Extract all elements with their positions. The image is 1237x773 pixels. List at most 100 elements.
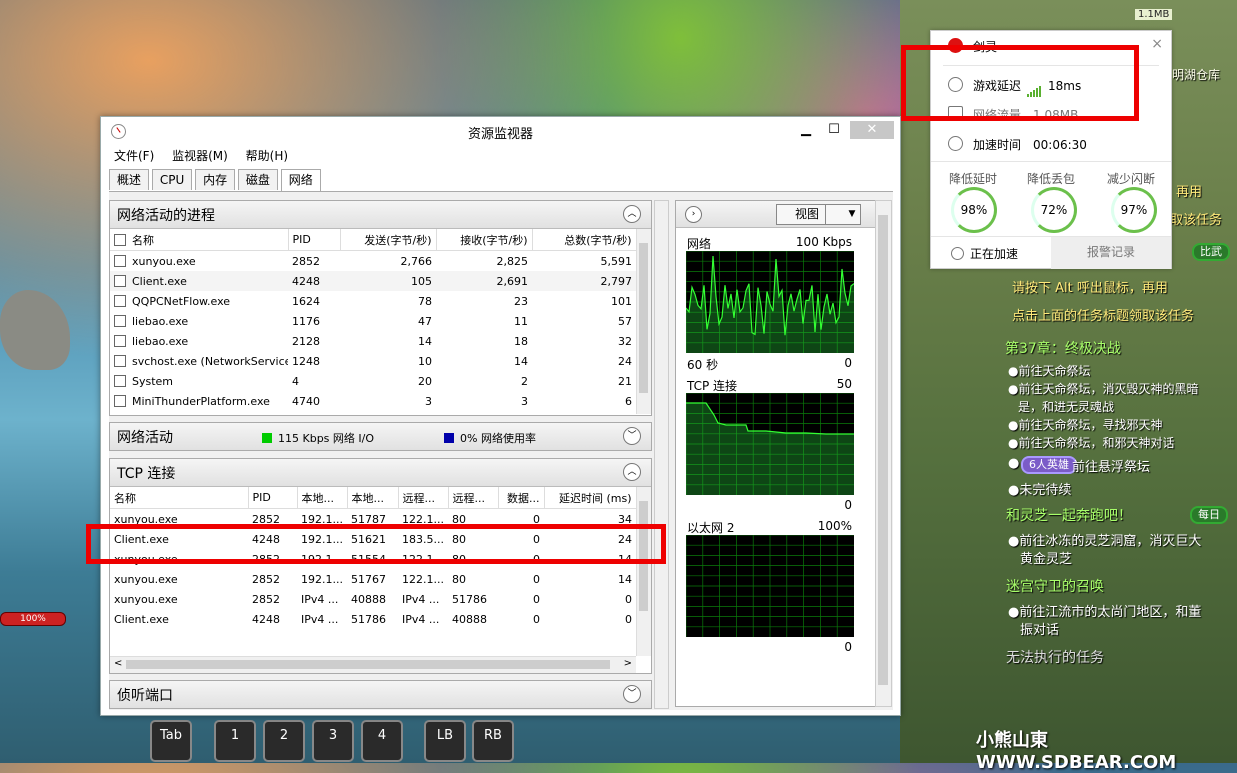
table-row[interactable]: System 4 20 2 21	[110, 371, 636, 391]
table-row[interactable]: QQPCNetFlow.exe 1624 78 23 101	[110, 291, 636, 311]
cell: 0	[533, 612, 540, 626]
skill-slot-4[interactable]: 4	[361, 720, 403, 762]
row-checkbox[interactable]	[114, 314, 126, 327]
quest-title[interactable]: 和灵芝一起奔跑吧！	[1006, 505, 1132, 525]
tab-network[interactable]: 网络	[280, 169, 321, 193]
graph-label: 网络	[687, 237, 712, 251]
horizontal-scrollbar[interactable]: < >	[110, 656, 636, 673]
skill-slot-2[interactable]: 2	[263, 720, 305, 762]
cell: xunyou.exe	[132, 254, 196, 268]
menu-file[interactable]: 文件(F)	[107, 145, 161, 166]
maximize-button[interactable]: ☐	[820, 121, 848, 139]
minimize-button[interactable]: ▁	[792, 121, 820, 139]
table-row[interactable]: xunyou.exe 2852 192.1... 51787 122.1... 80 0 34	[110, 509, 636, 530]
row-checkbox[interactable]	[114, 374, 126, 387]
table-row[interactable]: xunyou.exe 2852 192.1... 51554 122.1... 80 0 14	[110, 549, 636, 569]
table-row[interactable]: liebao.exe 1176 47 11 57	[110, 311, 636, 331]
vertical-scrollbar[interactable]	[636, 487, 651, 656]
quest-title[interactable]: 迷宫守卫的召唤	[1006, 576, 1104, 596]
expand-icon[interactable]: ﹀	[623, 685, 641, 703]
cell: 0	[533, 552, 540, 566]
menu-bar: 文件(F) 监视器(M) 帮助(H)	[101, 145, 900, 165]
column-header[interactable]: 接收(字节/秒)	[436, 229, 533, 251]
row-checkbox[interactable]	[114, 394, 126, 407]
row-checkbox[interactable]	[114, 354, 126, 367]
table-row[interactable]: liebao.exe 2128 14 18 32	[110, 331, 636, 351]
tab-overview[interactable]: 概述	[109, 169, 150, 190]
close-icon[interactable]: ×	[1151, 36, 1163, 52]
expand-arrow-icon[interactable]: ›	[685, 206, 702, 223]
cell: svchost.exe (NetworkService)	[132, 354, 288, 368]
skill-slot-rb[interactable]: RB	[472, 720, 514, 762]
close-button[interactable]: ✕	[850, 121, 894, 139]
column-header[interactable]: 发送(字节/秒)	[340, 229, 437, 251]
cell: IPv4 ...	[301, 612, 339, 626]
cell: xunyou.exe	[114, 592, 178, 606]
main-vertical-scrollbar[interactable]	[654, 200, 669, 709]
skill-slot-3[interactable]: 3	[312, 720, 354, 762]
traffic-icon	[948, 106, 963, 121]
network-graph	[685, 250, 855, 353]
tcp-panel-title: TCP 连接	[117, 466, 176, 482]
row-checkbox[interactable]	[114, 334, 126, 347]
menu-monitor[interactable]: 监视器(M)	[165, 145, 235, 166]
quest-title[interactable]: 无法执行的任务	[1006, 647, 1104, 667]
table-row[interactable]: Client.exe 4248 IPv4 ... 51786 IPv4 ... 40888…	[110, 609, 636, 629]
quest-title[interactable]: 第37章：终极决战	[1005, 338, 1121, 358]
processes-panel-header[interactable]: 网络活动的进程 ︿	[110, 201, 651, 229]
column-header[interactable]: PID	[288, 229, 341, 251]
cell: 80	[452, 532, 466, 546]
skill-slot-lb[interactable]: LB	[424, 720, 466, 762]
cell: QQPCNetFlow.exe	[132, 294, 231, 308]
column-header[interactable]: 延迟时间 (ms)	[544, 487, 637, 509]
tab-disk[interactable]: 磁盘	[237, 169, 278, 190]
tab-cpu[interactable]: CPU	[151, 169, 193, 190]
table-row[interactable]: MiniThunderPlatform.exe 4740 3 3 6	[110, 391, 636, 411]
column-header[interactable]: PID	[248, 487, 298, 509]
row-checkbox[interactable]	[114, 294, 126, 307]
cell: 80	[452, 552, 466, 566]
view-dropdown[interactable]: 视图 ▼	[776, 204, 861, 225]
report-button[interactable]: 报警记录	[1051, 237, 1171, 269]
column-header[interactable]: 本地...	[347, 487, 399, 509]
tab-memory[interactable]: 内存	[195, 169, 236, 190]
table-row[interactable]: xunyou.exe 2852 IPv4 ... 40888 IPv4 ... 51786…	[110, 589, 636, 609]
table-row[interactable]: Client.exe 4248 105 2,691 2,797	[110, 271, 636, 291]
listening-ports-header[interactable]: 侦听端口 ﹀	[110, 681, 651, 708]
network-content: 网络活动的进程 ︿ 名称 PID 发送(字节/秒) 接收(字节/秒) 总数(字节…	[109, 191, 893, 710]
quest-badge-hero[interactable]: 6人英雄	[1021, 456, 1077, 474]
tcp-panel-header[interactable]: TCP 连接 ︿	[110, 459, 651, 487]
quest-badge-pvp[interactable]: 比武	[1192, 243, 1230, 261]
expand-icon[interactable]: ﹀	[623, 427, 641, 445]
column-header[interactable]: 名称	[110, 487, 249, 509]
table-row[interactable]: xunyou.exe 2852 2,766 2,825 5,591	[110, 251, 636, 272]
skill-slot-tab[interactable]: Tab	[150, 720, 192, 762]
graphs-vertical-scrollbar[interactable]	[875, 200, 892, 707]
cell: 192.1...	[301, 532, 343, 546]
collapse-icon[interactable]: ︿	[623, 463, 641, 481]
row-checkbox[interactable]	[114, 254, 126, 267]
table-row[interactable]: svchost.exe (NetworkService) 1248 10 14 24	[110, 351, 636, 371]
table-row[interactable]: xunyou.exe 2852 192.1... 51767 122.1... 80 0 14	[110, 569, 636, 589]
skill-slot-1[interactable]: 1	[214, 720, 256, 762]
vertical-scrollbar[interactable]	[636, 229, 651, 414]
column-header[interactable]: 名称	[110, 229, 289, 251]
column-header[interactable]: 总数(字节/秒)	[532, 229, 637, 251]
menu-help[interactable]: 帮助(H)	[239, 145, 295, 166]
title-bar[interactable]: 资源监视器 ▁ ☐ ✕	[101, 117, 900, 145]
cell: 2,797	[600, 274, 633, 288]
column-header[interactable]: 远程...	[398, 487, 449, 509]
network-usage-stat: 0% 网络使用率	[444, 430, 536, 446]
collapse-icon[interactable]: ︿	[623, 205, 641, 223]
row-checkbox[interactable]	[114, 274, 126, 287]
column-header[interactable]: 数据...	[498, 487, 545, 509]
cell: 1624	[292, 294, 320, 308]
quest-badge-daily[interactable]: 每日	[1190, 506, 1228, 524]
network-activity-header[interactable]: 网络活动 115 Kbps 网络 I/O 0% 网络使用率 ﹀	[110, 423, 651, 450]
table-row[interactable]: Client.exe 4248 192.1... 51621 183.5... 80 0 24	[110, 529, 636, 549]
column-header[interactable]: 远程...	[448, 487, 499, 509]
cell: 2,825	[496, 254, 529, 268]
column-header[interactable]: 本地...	[297, 487, 348, 509]
select-all-checkbox[interactable]	[114, 233, 126, 246]
cell: 78	[418, 294, 432, 308]
